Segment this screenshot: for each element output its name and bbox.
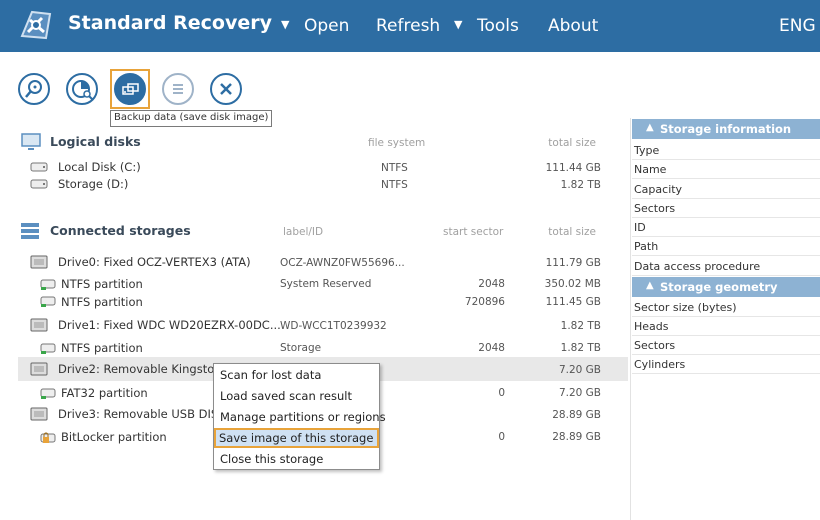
storage-row-name[interactable]: NTFS partition <box>61 341 143 355</box>
collapse-arrow-icon: ▲ <box>646 280 654 291</box>
app-title: Standard Recovery <box>68 12 272 34</box>
info-field: ID <box>632 218 820 237</box>
top-bar: Standard Recovery ▼ Open Refresh ▼ Tools… <box>0 0 820 52</box>
tools-caret-icon[interactable]: ▼ <box>454 18 462 31</box>
storage-row-start: 2048 <box>478 342 505 354</box>
info-field: Data access procedure <box>632 257 820 276</box>
logical-disk-size: 1.82 TB <box>560 179 601 191</box>
logical-disk-size: 111.44 GB <box>545 162 601 174</box>
storage-row-size: 7.20 GB <box>558 364 601 376</box>
col-total-size: total size <box>548 137 596 149</box>
connected-storages-title: Connected storages <box>50 223 191 238</box>
col-total-size: total size <box>548 226 596 238</box>
logical-disk-name[interactable]: Storage (D:) <box>58 177 128 191</box>
storage-row-start: 0 <box>498 431 505 443</box>
menu-refresh[interactable]: Refresh <box>376 16 440 36</box>
storage-row-label: WD-WCC1T0239932 <box>280 320 387 332</box>
backup-tooltip: Backup data (save disk image) <box>110 110 273 127</box>
storage-row-start: 720896 <box>464 296 505 308</box>
ctx-load-scan-result[interactable]: Load saved scan result <box>220 389 352 403</box>
info-field: Path <box>632 237 820 256</box>
logical-disk-name[interactable]: Local Disk (C:) <box>58 160 141 174</box>
list-icon <box>173 84 183 94</box>
storage-row-size: 28.89 GB <box>552 409 601 421</box>
drive-icon <box>30 162 48 172</box>
col-label-id: label/ID <box>283 226 324 238</box>
close-button[interactable] <box>210 73 242 105</box>
search-disk-button[interactable] <box>18 73 50 105</box>
hard-drive-icon <box>30 407 48 421</box>
storage-row-name[interactable]: Drive2: Removable Kingston <box>58 362 222 376</box>
scan-button[interactable] <box>66 73 98 105</box>
ctx-close-storage[interactable]: Close this storage <box>220 452 323 466</box>
logical-disk-fs: NTFS <box>381 179 408 191</box>
list-button[interactable] <box>162 73 194 105</box>
storage-row-size: 1.82 TB <box>560 320 601 332</box>
storage-row-name[interactable]: FAT32 partition <box>61 386 148 400</box>
drive-icon <box>30 179 48 189</box>
close-icon <box>220 83 232 95</box>
storage-row-name[interactable]: Drive1: Fixed WDC WD20EZRX-00DC... <box>58 318 281 332</box>
storage-information-header[interactable]: ▲ Storage information <box>632 119 820 139</box>
ctx-scan-lost-data[interactable]: Scan for lost data <box>220 368 321 382</box>
geometry-field: Cylinders <box>632 355 820 374</box>
monitor-icon <box>21 133 41 150</box>
search-disk-icon <box>25 80 42 98</box>
partition-icon <box>40 296 56 307</box>
partition-icon <box>40 279 56 290</box>
storage-row-size: 350.02 MB <box>544 278 601 290</box>
storage-row-name[interactable]: Drive3: Removable USB DISK <box>58 407 226 421</box>
scan-icon <box>72 80 93 100</box>
lock-icon <box>40 432 56 443</box>
info-field: Sectors <box>632 199 820 218</box>
storage-row-size: 1.82 TB <box>560 342 601 354</box>
ctx-manage-partitions[interactable]: Manage partitions or regions <box>220 410 386 424</box>
storage-stack-icon <box>21 223 39 239</box>
collapse-arrow-icon: ▲ <box>646 122 654 133</box>
storage-row-label: OCZ-AWNZ0FW55696... <box>280 257 405 269</box>
context-menu: Scan for lost data Load saved scan resul… <box>213 363 386 470</box>
storage-row-start: 0 <box>498 387 505 399</box>
ctx-save-image[interactable]: Save image of this storage <box>219 431 373 445</box>
col-file-system: file system <box>368 137 426 149</box>
partition-icon <box>40 343 56 354</box>
geometry-field: Sectors <box>632 336 820 355</box>
app-logo-icon <box>20 10 52 40</box>
menu-about[interactable]: About <box>548 16 598 36</box>
logical-disks-title: Logical disks <box>50 134 141 149</box>
hard-drive-icon <box>30 318 48 332</box>
hard-drive-icon <box>30 255 48 269</box>
geometry-field: Sector size (bytes) <box>632 298 820 317</box>
storage-row-start: 2048 <box>478 278 505 290</box>
storage-row-name[interactable]: Drive0: Fixed OCZ-VERTEX3 (ATA) <box>58 255 251 269</box>
storage-row-size: 28.89 GB <box>552 431 601 443</box>
col-start-sector: start sector <box>443 226 504 238</box>
hard-drive-icon <box>30 362 48 376</box>
storage-row-name[interactable]: NTFS partition <box>61 295 143 309</box>
menu-tools[interactable]: Tools <box>477 16 519 36</box>
info-field: Capacity <box>632 180 820 199</box>
logical-disk-fs: NTFS <box>381 162 408 174</box>
backup-button-highlight <box>110 69 150 109</box>
geometry-field: Heads <box>632 317 820 336</box>
info-field: Name <box>632 160 820 179</box>
storage-row-label: Storage <box>280 342 322 354</box>
storage-row-name[interactable]: NTFS partition <box>61 277 143 291</box>
storage-row-size: 111.45 GB <box>545 296 601 308</box>
open-caret-icon[interactable]: ▼ <box>281 18 289 31</box>
storage-row-size: 7.20 GB <box>558 387 601 399</box>
storage-row-label: System Reserved <box>280 278 372 290</box>
storage-row-size: 111.79 GB <box>545 257 601 269</box>
menu-open[interactable]: Open <box>304 16 349 36</box>
storage-row-name[interactable]: BitLocker partition <box>61 430 167 444</box>
storage-geometry-header[interactable]: ▲ Storage geometry <box>632 277 820 297</box>
info-field: Type <box>632 141 820 160</box>
partition-icon <box>40 388 56 399</box>
language-selector[interactable]: ENG <box>779 16 816 36</box>
